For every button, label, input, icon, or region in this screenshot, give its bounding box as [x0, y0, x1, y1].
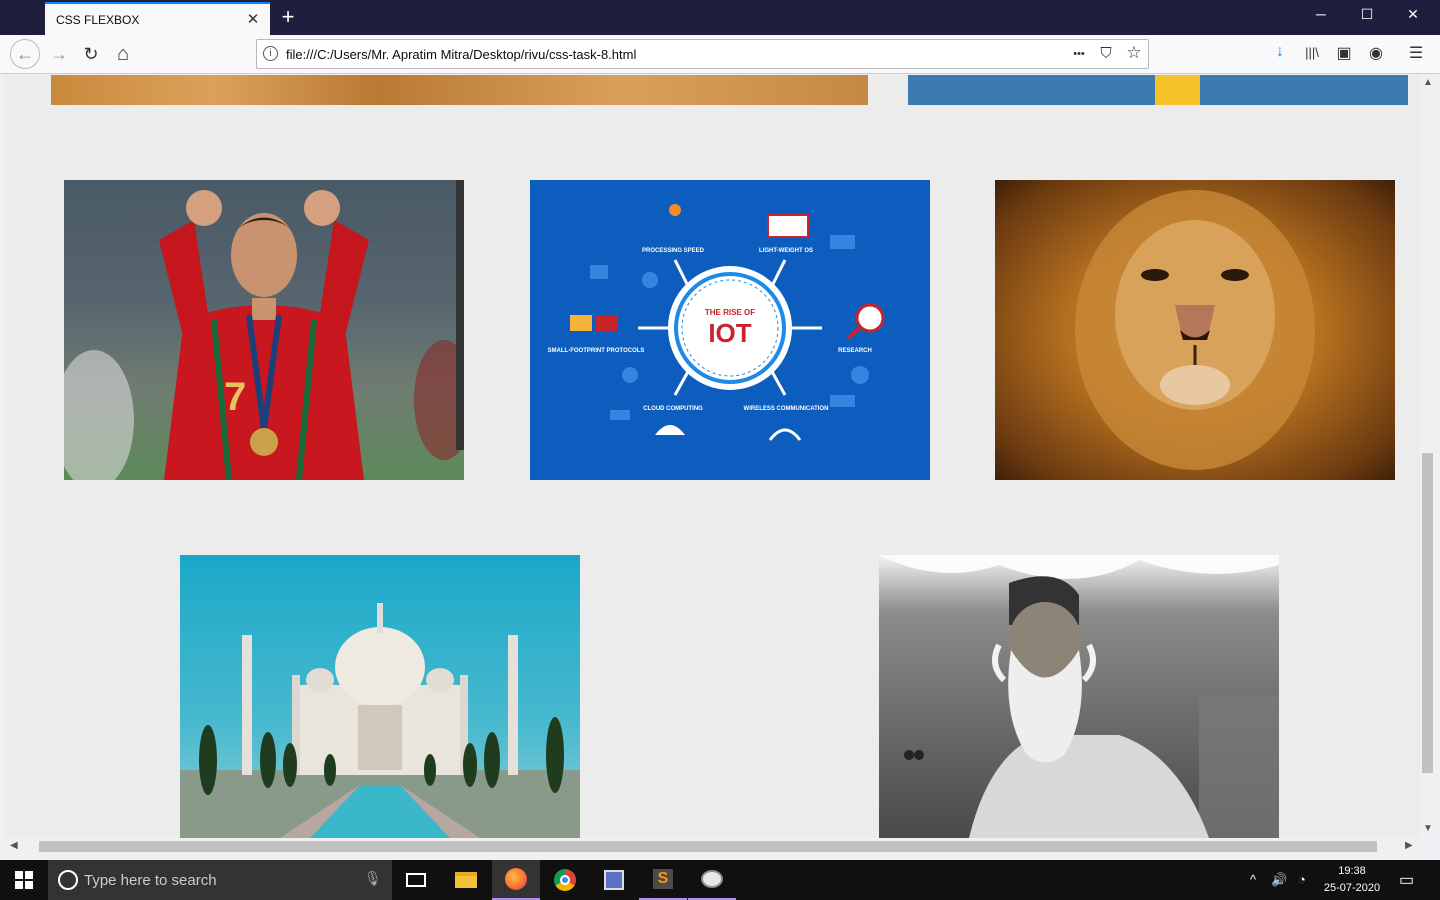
sidebar-icon[interactable]: ▣ — [1333, 43, 1355, 63]
tab-title: CSS FLEXBOX — [56, 13, 140, 27]
tab-css-flexbox[interactable]: CSS FLEXBOX ✕ — [45, 2, 270, 35]
site-info-icon[interactable]: i — [263, 46, 278, 61]
vertical-scrollbar[interactable]: ▲ ▼ — [1420, 75, 1435, 838]
navigation-bar: ← → ↻ ⌂ i file:///C:/Users/Mr. Apratim M… — [0, 35, 1440, 74]
chrome-icon[interactable] — [541, 860, 589, 900]
bookmark-star-icon[interactable]: ☆ — [1124, 43, 1144, 63]
iot-diagram: THE RISE OF IOT PROCESSING SPEED LIGHT-W… — [548, 204, 885, 441]
menu-icon[interactable]: ☰ — [1405, 43, 1427, 63]
pocket-icon[interactable]: ⛉ — [1096, 45, 1116, 62]
page-content: 7 THE RISE OF IOT PROCESSING SPEED LIGHT… — [5, 75, 1420, 838]
scroll-right-icon[interactable]: ▶ — [1405, 840, 1413, 851]
windows-logo-icon — [15, 871, 33, 889]
page-actions-icon[interactable]: ••• — [1069, 48, 1089, 60]
volume-icon[interactable]: 🔊 — [1271, 872, 1287, 888]
portrait-illustration — [879, 555, 1279, 838]
close-window-button[interactable]: ✕ — [1390, 6, 1436, 23]
new-tab-button[interactable]: + — [278, 4, 298, 30]
url-text[interactable]: file:///C:/Users/Mr. Apratim Mitra/Deskt… — [286, 47, 636, 62]
reload-button[interactable]: ↻ — [76, 39, 106, 69]
microphone-icon[interactable]: 🎙 — [364, 870, 382, 887]
iot-label-wireless: WIRELESS COMMUNICATION — [744, 406, 829, 412]
firefox-icon[interactable] — [492, 860, 540, 900]
svg-text:7: 7 — [224, 375, 246, 419]
back-button[interactable]: ← — [10, 39, 40, 69]
download-icon[interactable]: ↓ — [1269, 43, 1291, 61]
paint-icon[interactable] — [688, 860, 736, 900]
forward-button[interactable]: → — [44, 39, 74, 69]
windows-taskbar: Type here to search 🎙 S ^ 🔊 ◔ 19:38 25-0… — [0, 860, 1440, 900]
browser-window: CSS FLEXBOX ✕ + ─ ☐ ✕ ← → ↻ ⌂ i file:///… — [0, 0, 1440, 860]
file-explorer-icon[interactable] — [442, 860, 490, 900]
minimize-button[interactable]: ─ — [1298, 6, 1344, 22]
task-view-icon[interactable] — [392, 860, 440, 900]
wood-image-partial — [51, 75, 868, 105]
iot-label-research: RESEARCH — [838, 348, 872, 354]
taskbar-search[interactable]: Type here to search 🎙 — [48, 860, 392, 900]
vertical-scroll-thumb[interactable] — [1422, 453, 1433, 773]
show-hidden-icons[interactable]: ^ — [1250, 872, 1256, 887]
footballer-illustration: 7 — [64, 180, 464, 480]
taj-mahal-photo — [180, 555, 580, 838]
clock-time: 19:38 — [1338, 865, 1366, 877]
cortana-icon — [58, 870, 78, 890]
tab-close-icon[interactable]: ✕ — [245, 10, 261, 28]
iot-infographic: THE RISE OF IOT PROCESSING SPEED LIGHT-W… — [530, 180, 930, 480]
library-icon[interactable]: |||\ — [1301, 45, 1323, 60]
blue-image-partial — [908, 75, 1408, 105]
scroll-left-icon[interactable]: ◀ — [10, 840, 18, 851]
system-clock[interactable]: 19:38 25-07-2020 — [1316, 863, 1388, 897]
tab-bar: CSS FLEXBOX ✕ + ─ ☐ ✕ — [0, 0, 1440, 35]
sublime-text-icon[interactable]: S — [639, 860, 687, 900]
horizontal-scrollbar[interactable]: ◀ ▶ — [5, 838, 1420, 854]
search-placeholder[interactable]: Type here to search — [84, 872, 217, 889]
app-icon-blue[interactable] — [590, 860, 638, 900]
maximize-button[interactable]: ☐ — [1344, 6, 1390, 23]
account-icon[interactable]: ◉ — [1365, 43, 1387, 63]
notifications-icon[interactable]: ▭ — [1399, 870, 1414, 890]
lion-illustration — [1075, 190, 1315, 470]
iot-label-processing: PROCESSING SPEED — [642, 248, 705, 254]
iot-label-os: LIGHT-WEIGHT OS — [759, 248, 813, 254]
footballer-photo: 7 — [64, 180, 464, 480]
network-icon[interactable]: ◔ — [1298, 872, 1306, 887]
iot-label-cloud: CLOUD COMPUTING — [643, 406, 703, 412]
iot-title-main: IOT — [708, 318, 751, 348]
iot-label-protocols: SMALL-FOOTPRINT PROTOCOLS — [548, 348, 645, 354]
clock-date: 25-07-2020 — [1323, 882, 1381, 894]
horizontal-scroll-thumb[interactable] — [39, 841, 1377, 852]
url-bar[interactable]: i file:///C:/Users/Mr. Apratim Mitra/Des… — [256, 39, 1149, 69]
scroll-up-icon[interactable]: ▲ — [1423, 77, 1433, 88]
start-button[interactable] — [0, 860, 48, 900]
scroll-down-icon[interactable]: ▼ — [1423, 823, 1433, 834]
tagore-photo — [879, 555, 1279, 838]
taj-mahal-illustration — [180, 603, 580, 838]
lion-photo — [995, 180, 1395, 480]
home-button[interactable]: ⌂ — [108, 39, 138, 69]
iot-title-top: THE RISE OF — [705, 308, 755, 317]
